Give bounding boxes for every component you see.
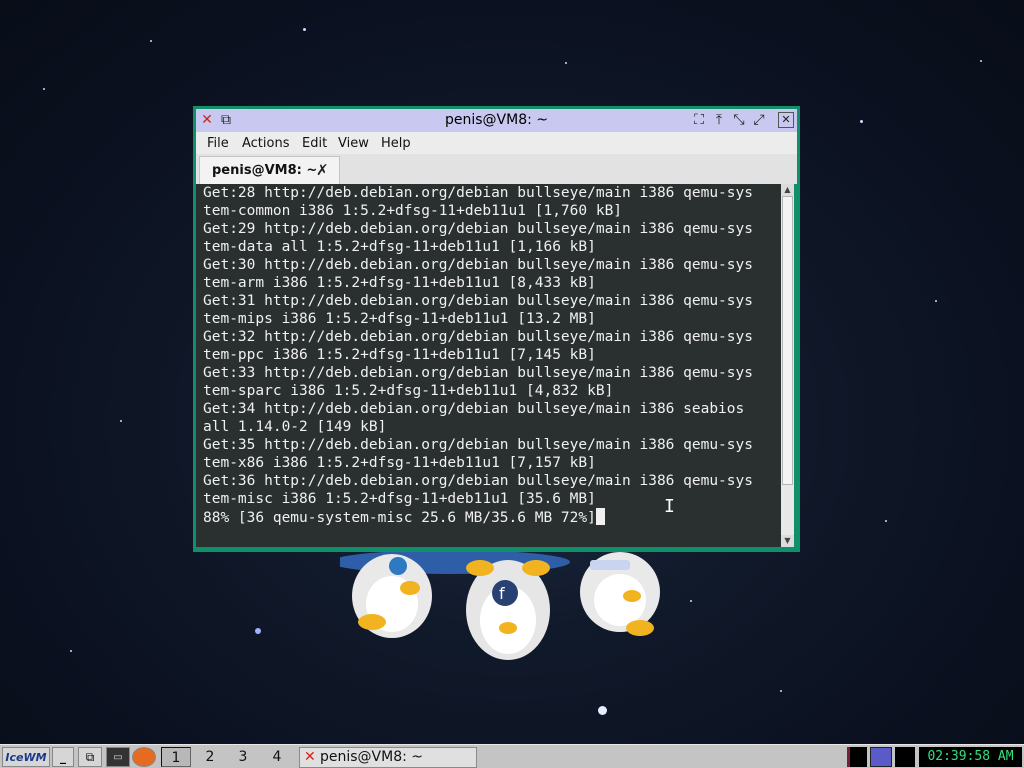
terminal-line: tem-common i386 1:5.2+dfsg-11+deb11u1 [1… [203, 203, 623, 219]
star [860, 120, 863, 123]
raise-icon[interactable]: ⤒ [711, 112, 727, 128]
taskbar-terminal-item[interactable]: ✕ penis@VM8: ~ [299, 747, 477, 768]
terminal-progress-line: 88% [36 qemu-system-misc 25.6 MB/35.6 MB… [203, 508, 781, 526]
terminal-line: Get:33 http://deb.debian.org/debian bull… [203, 365, 753, 381]
star [935, 300, 937, 302]
star [565, 62, 567, 64]
star [70, 650, 72, 652]
scroll-up-icon[interactable]: ▲ [781, 184, 794, 196]
terminal-line: all 1.14.0-2 [149 kB] [203, 419, 387, 435]
terminal-line: Get:30 http://deb.debian.org/debian bull… [203, 257, 753, 273]
workspace-1[interactable]: 1 [161, 747, 191, 767]
fullscreen-icon[interactable]: ⛶ [691, 112, 707, 128]
star [885, 520, 887, 522]
terminal-line: tem-ppc i386 1:5.2+dfsg-11+deb11u1 [7,14… [203, 347, 596, 363]
star [598, 706, 607, 715]
menu-help[interactable]: Help [381, 136, 411, 151]
terminal-line: Get:36 http://deb.debian.org/debian bull… [203, 473, 753, 489]
terminal-line: Get:28 http://deb.debian.org/debian bull… [203, 185, 753, 201]
window-titlebar[interactable]: ✕ ⧉ penis@VM8: ~ ⛶ ⤒ ⤡ ⤢ ✕ [196, 109, 797, 132]
menubar: File Actions Edit View Help [196, 132, 797, 155]
terminal-line: tem-mips i386 1:5.2+dfsg-11+deb11u1 [13.… [203, 311, 596, 327]
mouse-ibeam-icon: Ι [664, 496, 675, 517]
clock[interactable]: 02:39:58 AM [919, 747, 1022, 767]
terminal-line: Get:32 http://deb.debian.org/debian bull… [203, 329, 753, 345]
terminal-line: Get:34 http://deb.debian.org/debian bull… [203, 401, 745, 417]
terminal-line: tem-data all 1:5.2+dfsg-11+deb11u1 [1,16… [203, 239, 596, 255]
minimize-icon[interactable]: ⤡ [731, 112, 747, 128]
window-list-button-icon[interactable]: ⧉ [78, 747, 102, 767]
text-cursor [595, 508, 605, 525]
tab-close-icon[interactable]: ✗ [316, 161, 329, 179]
memory-monitor-icon[interactable] [895, 747, 915, 767]
task-app-icon: ✕ [304, 749, 316, 765]
terminal-launcher-icon[interactable]: ▭ [106, 747, 130, 767]
scrollbar-thumb[interactable] [782, 196, 793, 485]
tab-label: penis@VM8: ~ [212, 163, 318, 178]
penguin-artwork: f [340, 550, 660, 660]
close-icon[interactable]: ✕ [778, 112, 794, 128]
start-menu-button[interactable]: IceWM [2, 747, 50, 767]
terminal-window: ✕ ⧉ penis@VM8: ~ ⛶ ⤒ ⤡ ⤢ ✕ File Actions … [193, 106, 800, 552]
star [303, 28, 306, 31]
star [43, 88, 45, 90]
terminal-tab[interactable]: penis@VM8: ~ ✗ [199, 156, 340, 184]
terminal-line: Get:29 http://deb.debian.org/debian bull… [203, 221, 753, 237]
terminal-line: tem-sparc i386 1:5.2+dfsg-11+deb11u1 [4,… [203, 383, 614, 399]
menu-file[interactable]: File [207, 136, 229, 151]
maximize-icon[interactable]: ⤢ [751, 112, 767, 128]
terminal-line: tem-arm i386 1:5.2+dfsg-11+deb11u1 [8,43… [203, 275, 596, 291]
star [150, 40, 152, 42]
scrollbar[interactable]: ▲ ▼ [781, 184, 794, 547]
terminal-line: Get:35 http://deb.debian.org/debian bull… [203, 437, 753, 453]
menu-actions[interactable]: Actions [242, 136, 290, 151]
progress-text: 88% [36 qemu-system-misc 25.6 MB/35.6 MB… [203, 510, 596, 526]
menu-edit[interactable]: Edit [302, 136, 327, 151]
terminal-output[interactable]: Get:28 http://deb.debian.org/debian bull… [196, 184, 781, 547]
task-label: penis@VM8: ~ [320, 749, 424, 765]
star [980, 60, 982, 62]
menu-view[interactable]: View [338, 136, 369, 151]
tab-bar: penis@VM8: ~ ✗ [196, 154, 797, 184]
firefox-launcher-icon[interactable] [132, 747, 156, 767]
terminal-line: tem-x86 i386 1:5.2+dfsg-11+deb11u1 [7,15… [203, 455, 596, 471]
taskbar: IceWM _ ⧉ ▭ 1 2 3 4 ✕ penis@VM8: ~ 02:39… [0, 744, 1024, 768]
star [120, 420, 122, 422]
show-desktop-icon[interactable]: _ [52, 747, 74, 767]
star [690, 600, 692, 602]
workspace-3[interactable]: 3 [228, 747, 258, 767]
scroll-down-icon[interactable]: ▼ [781, 535, 794, 547]
terminal-line: Get:31 http://deb.debian.org/debian bull… [203, 293, 753, 309]
network-monitor-icon[interactable] [870, 747, 892, 767]
svg-text:f: f [499, 584, 505, 603]
terminal-line: tem-misc i386 1:5.2+dfsg-11+deb11u1 [35.… [203, 491, 596, 507]
star [780, 690, 782, 692]
workspace-4[interactable]: 4 [262, 747, 292, 767]
cpu-monitor-icon[interactable] [847, 747, 867, 767]
star [255, 628, 261, 634]
workspace-2[interactable]: 2 [195, 747, 225, 767]
